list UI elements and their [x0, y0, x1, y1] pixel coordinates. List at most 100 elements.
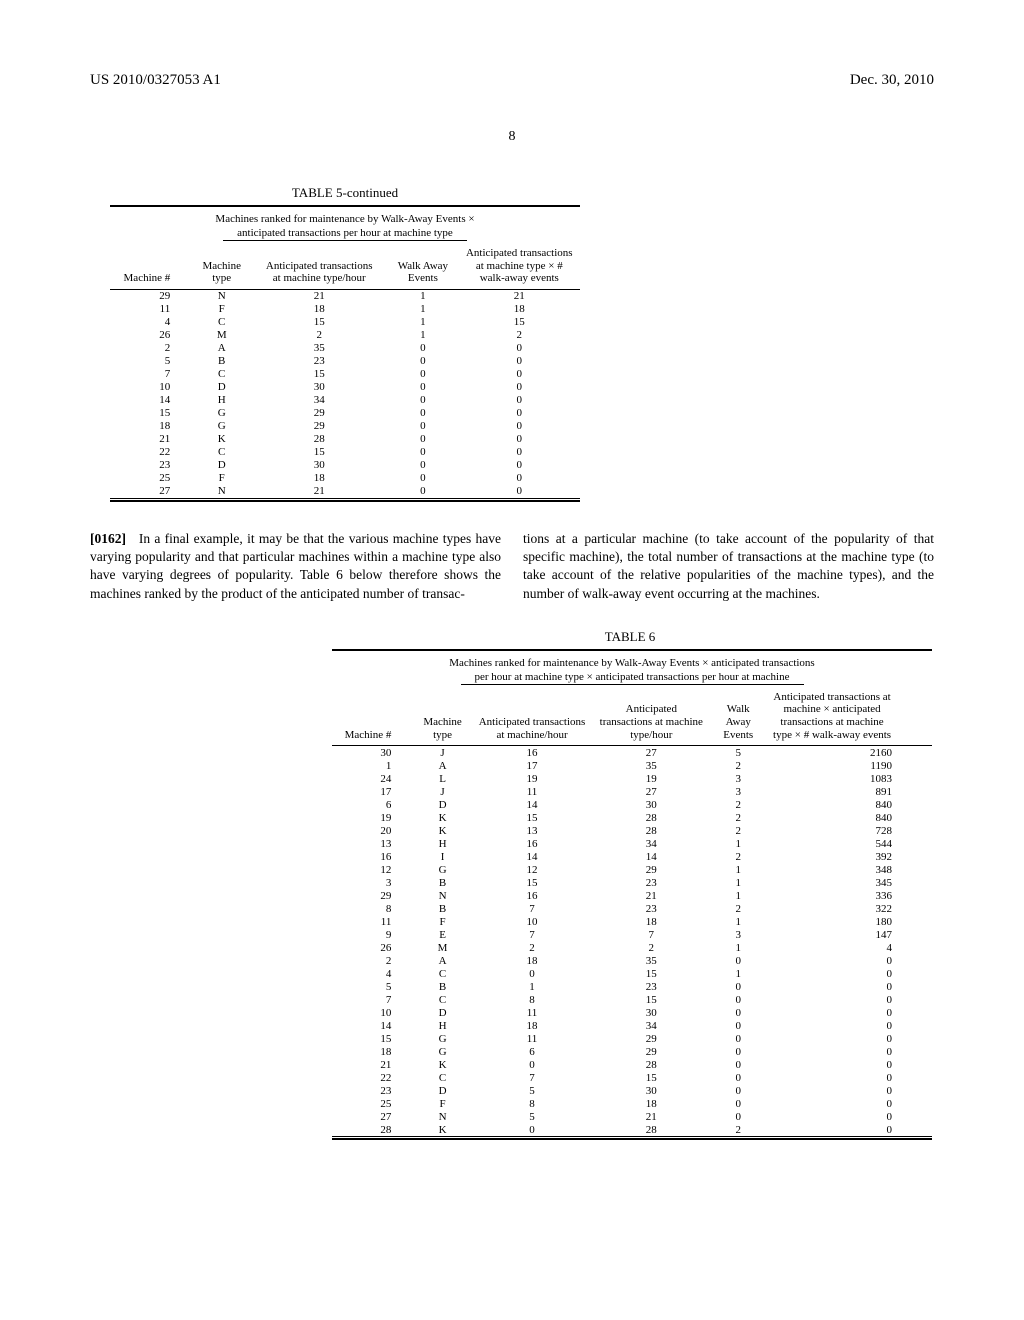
table-row: 23D3000: [110, 459, 580, 472]
cell-anticipated: 30: [251, 459, 387, 472]
cell-anticipated-machine: 7: [472, 928, 592, 941]
cell-anticipated-type: 18: [592, 1097, 710, 1110]
table6-col-machine-type: Machinetype: [413, 687, 471, 746]
cell-result: 0: [766, 1084, 932, 1097]
cell-machine-type: G: [413, 1032, 471, 1045]
cell-anticipated-machine: 14: [472, 850, 592, 863]
cell-machine-type: D: [192, 381, 251, 394]
cell-result: 392: [766, 850, 932, 863]
cell-anticipated: 21: [251, 289, 387, 303]
cell-walkaway: 0: [387, 420, 458, 433]
cell-machine-type: C: [413, 993, 471, 1006]
paragraph-right-column: tions at a particular machine (to take a…: [523, 530, 934, 603]
table-row: 18G2900: [110, 420, 580, 433]
cell-machine-type: N: [192, 289, 251, 303]
cell-result: 0: [766, 967, 932, 980]
cell-anticipated-type: 35: [592, 954, 710, 967]
cell-machine-num: 30: [332, 746, 413, 760]
cell-anticipated-machine: 15: [472, 811, 592, 824]
cell-machine-type: H: [192, 394, 251, 407]
cell-walkaway: 1: [710, 915, 766, 928]
cell-result: 1190: [766, 759, 932, 772]
cell-walkaway: 1: [710, 837, 766, 850]
cell-anticipated-type: 19: [592, 772, 710, 785]
cell-result: 180: [766, 915, 932, 928]
cell-machine-type: F: [413, 1097, 471, 1110]
cell-anticipated-type: 27: [592, 785, 710, 798]
cell-anticipated: 29: [251, 420, 387, 433]
cell-walkaway: 1: [387, 303, 458, 316]
cell-result: 15: [459, 316, 580, 329]
cell-anticipated: 28: [251, 433, 387, 446]
table-row: 5B2300: [110, 355, 580, 368]
table6-col-anticipated-machine: Anticipated transactionsat machine/hour: [472, 687, 592, 746]
table-row: 5B12300: [332, 980, 932, 993]
table6-subcaption2: per hour at machine type × anticipated t…: [461, 671, 804, 685]
table-row: 16I14142392: [332, 850, 932, 863]
cell-machine-num: 21: [332, 1058, 413, 1071]
cell-machine-num: 4: [110, 316, 192, 329]
cell-machine-num: 12: [332, 863, 413, 876]
cell-walkaway: 1: [387, 329, 458, 342]
table-row: 29N16211336: [332, 889, 932, 902]
cell-result: 728: [766, 824, 932, 837]
paragraph-right-text: tions at a particular machine (to take a…: [523, 531, 934, 601]
cell-machine-type: G: [413, 863, 471, 876]
cell-result: 0: [459, 420, 580, 433]
cell-walkaway: 0: [710, 1097, 766, 1110]
cell-machine-num: 7: [110, 368, 192, 381]
cell-anticipated-type: 27: [592, 746, 710, 760]
table-row: 28K02820: [332, 1123, 932, 1137]
cell-anticipated-type: 15: [592, 967, 710, 980]
cell-anticipated-type: 21: [592, 889, 710, 902]
cell-machine-type: N: [192, 485, 251, 499]
cell-anticipated-type: 29: [592, 1032, 710, 1045]
cell-anticipated-type: 30: [592, 1084, 710, 1097]
cell-machine-num: 29: [332, 889, 413, 902]
cell-machine-num: 15: [332, 1032, 413, 1045]
cell-anticipated-type: 2: [592, 941, 710, 954]
cell-machine-type: L: [413, 772, 471, 785]
cell-anticipated-machine: 0: [472, 967, 592, 980]
cell-result: 0: [766, 954, 932, 967]
cell-machine-type: A: [413, 759, 471, 772]
cell-machine-num: 26: [332, 941, 413, 954]
cell-anticipated-type: 29: [592, 863, 710, 876]
cell-anticipated-machine: 6: [472, 1045, 592, 1058]
cell-machine-type: C: [192, 368, 251, 381]
cell-result: 0: [766, 1110, 932, 1123]
cell-anticipated-type: 21: [592, 1110, 710, 1123]
cell-anticipated-type: 15: [592, 993, 710, 1006]
cell-result: 18: [459, 303, 580, 316]
paragraph-left-column: [0162] In a final example, it may be tha…: [90, 530, 501, 603]
cell-machine-num: 16: [332, 850, 413, 863]
cell-machine-num: 5: [110, 355, 192, 368]
cell-machine-type: A: [413, 954, 471, 967]
cell-walkaway: 0: [710, 980, 766, 993]
cell-machine-num: 28: [332, 1123, 413, 1137]
table-row: 2A3500: [110, 342, 580, 355]
table-row: 29N21121: [110, 289, 580, 303]
page-number: 8: [90, 129, 934, 145]
table5-col-walkaway: Walk AwayEvents: [387, 243, 458, 289]
cell-anticipated-machine: 2: [472, 941, 592, 954]
cell-machine-type: F: [192, 472, 251, 485]
table-row: 19K15282840: [332, 811, 932, 824]
table5: Machines ranked for maintenance by Walk-…: [110, 205, 580, 504]
cell-walkaway: 2: [710, 824, 766, 837]
cell-walkaway: 0: [710, 1110, 766, 1123]
cell-result: 0: [459, 485, 580, 499]
cell-walkaway: 0: [710, 1045, 766, 1058]
cell-machine-num: 6: [332, 798, 413, 811]
table5-subcaption1: Machines ranked for maintenance by Walk-…: [110, 213, 580, 225]
table-row: 12G12291348: [332, 863, 932, 876]
table-row: 26M212: [110, 329, 580, 342]
cell-walkaway: 1: [710, 941, 766, 954]
table-row: 27N2100: [110, 485, 580, 499]
cell-machine-type: A: [192, 342, 251, 355]
cell-anticipated-machine: 15: [472, 876, 592, 889]
table-row: 4C15115: [110, 316, 580, 329]
cell-walkaway: 0: [710, 1084, 766, 1097]
cell-result: 0: [459, 381, 580, 394]
cell-machine-type: N: [413, 1110, 471, 1123]
